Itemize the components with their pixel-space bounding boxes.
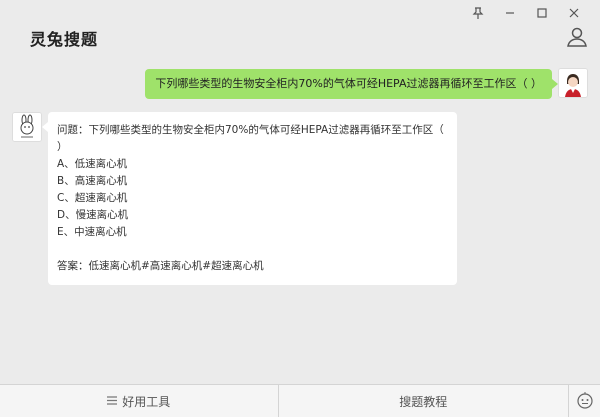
robot-icon bbox=[576, 391, 594, 412]
question-line-cont: ） bbox=[57, 141, 68, 153]
question-line: 问题：下列哪些类型的生物安全柜内70%的气体可经HEPA过滤器再循环至工作区（ bbox=[57, 124, 444, 136]
answer-line: 答案：低速离心机#高速离心机#超速离心机 bbox=[57, 260, 264, 272]
tools-label: 好用工具 bbox=[122, 394, 171, 409]
option-d: D、慢速离心机 bbox=[57, 209, 129, 221]
option-a: A、低速离心机 bbox=[57, 158, 128, 170]
user-message-text: 下列哪些类型的生物安全柜内70%的气体可经HEPA过滤器再循环至工作区（ ） bbox=[155, 77, 542, 90]
option-b: B、高速离心机 bbox=[57, 175, 128, 187]
app-title: 灵兔搜题 bbox=[30, 30, 99, 49]
minimize-icon[interactable] bbox=[494, 4, 526, 22]
tools-button[interactable]: 好用工具 bbox=[0, 385, 279, 417]
user-message-bubble: 下列哪些类型的生物安全柜内70%的气体可经HEPA过滤器再循环至工作区（ ） bbox=[145, 69, 558, 99]
menu-icon bbox=[107, 394, 118, 408]
bottom-bar: 好用工具 搜题教程 bbox=[0, 384, 600, 417]
tutorial-button[interactable]: 搜题教程 bbox=[279, 385, 570, 417]
maximize-icon[interactable] bbox=[526, 4, 558, 22]
tutorial-label: 搜题教程 bbox=[399, 394, 448, 409]
robot-button[interactable] bbox=[569, 385, 600, 417]
bot-avatar bbox=[12, 112, 42, 142]
option-e: E、中速离心机 bbox=[57, 226, 127, 238]
user-icon[interactable] bbox=[566, 26, 588, 48]
close-icon[interactable] bbox=[558, 4, 590, 22]
pin-icon[interactable] bbox=[462, 4, 494, 22]
user-avatar bbox=[558, 68, 588, 98]
option-c: C、超速离心机 bbox=[57, 192, 128, 204]
window-controls bbox=[462, 4, 590, 22]
bot-message-bubble: 问题：下列哪些类型的生物安全柜内70%的气体可经HEPA过滤器再循环至工作区（ … bbox=[42, 112, 457, 285]
